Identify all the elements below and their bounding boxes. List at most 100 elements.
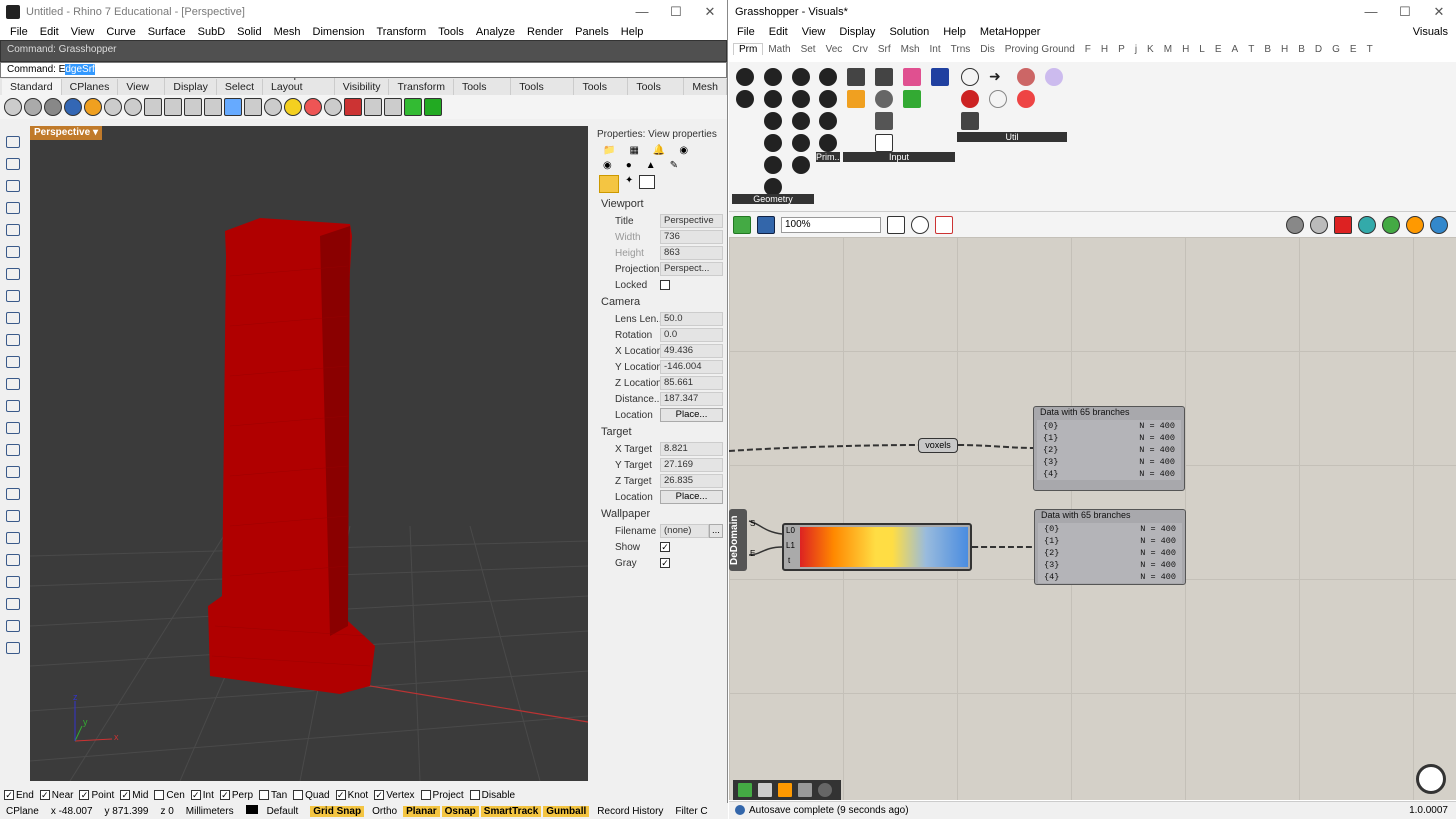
osnap-quad[interactable]: Quad (293, 790, 330, 801)
gh-document-name[interactable]: Visuals (1413, 26, 1448, 38)
grasshopper-icon[interactable] (404, 98, 422, 116)
gradient-input-icon[interactable] (903, 68, 921, 86)
arrow-right-icon[interactable]: ➜ (989, 68, 1007, 86)
text-tool-icon[interactable] (6, 554, 20, 566)
tab-mesh[interactable]: Mesh (684, 79, 727, 95)
cherry-icon[interactable] (961, 90, 979, 108)
document-preview-icon[interactable] (1406, 215, 1424, 234)
gradient-l1-input[interactable]: L1 (786, 541, 795, 550)
mesh-settings-icon[interactable] (1382, 215, 1400, 234)
status-units[interactable]: Millimeters (180, 806, 240, 817)
brush-icon[interactable]: ✎ (670, 160, 678, 171)
close-icon[interactable]: ✕ (693, 0, 727, 23)
moon-icon[interactable] (1045, 68, 1063, 86)
toggle-icon[interactable] (144, 98, 162, 116)
show-checkbox[interactable]: ✓ (660, 542, 670, 552)
bell-icon[interactable]: 🔔 (653, 145, 665, 156)
osnap-cen-checkbox[interactable] (154, 790, 165, 800)
menu-dimension[interactable]: Dimension (307, 26, 371, 38)
button-input-icon[interactable] (875, 90, 893, 108)
prop-filename-value[interactable]: (none) (660, 524, 709, 538)
gh-tab-msh[interactable]: Msh (896, 44, 925, 55)
polygon-tool-icon[interactable] (6, 312, 20, 324)
osnap-perp[interactable]: ✓ Perp (219, 790, 253, 801)
osnap-point[interactable]: ✓ Point (79, 790, 114, 801)
geometry-icon[interactable] (736, 68, 754, 86)
gradient-bar[interactable] (800, 527, 968, 567)
geometry-group-label[interactable]: Geometry (732, 194, 814, 204)
menu-edit[interactable]: Edit (34, 26, 65, 38)
preview-wire-icon[interactable] (1310, 215, 1328, 234)
status-cplane[interactable]: CPlane (0, 806, 45, 817)
dedomain-e-output[interactable]: E (750, 549, 755, 558)
point-param-icon[interactable] (764, 156, 782, 174)
text-param-icon[interactable] (819, 134, 837, 152)
perspective-viewport[interactable]: x y z (30, 126, 588, 781)
osnap-cen[interactable]: Cen (154, 790, 185, 801)
vector-param-icon[interactable] (792, 156, 810, 174)
boolean-tool-icon[interactable] (6, 444, 20, 456)
curve-param-icon[interactable] (736, 90, 754, 108)
osnap-quad-checkbox[interactable] (293, 790, 304, 800)
menu-help[interactable]: Help (615, 26, 650, 38)
menu-render[interactable]: Render (521, 26, 569, 38)
dimension-tool-icon[interactable] (6, 576, 20, 588)
gh-minimize-icon[interactable]: — (1354, 0, 1388, 23)
prop-title-value[interactable]: Perspective (660, 214, 723, 228)
maximize-icon[interactable]: ☐ (659, 0, 693, 23)
profiler-icon[interactable] (757, 782, 773, 798)
gh-menu-solution[interactable]: Solution (889, 26, 929, 38)
status-ortho[interactable]: Ortho (366, 806, 403, 817)
osnap-tan[interactable]: Tan (259, 790, 287, 801)
gh-tab-srf[interactable]: Srf (873, 44, 896, 55)
status-smarttrack[interactable]: SmartTrack (480, 805, 542, 817)
gradient-component[interactable]: L0 L1 t (782, 523, 972, 571)
menu-solid[interactable]: Solid (231, 26, 267, 38)
field-param-icon[interactable] (792, 112, 810, 130)
sphere-preview-icon[interactable] (1430, 215, 1448, 234)
prop-rotation-value[interactable]: 0.0 (660, 328, 723, 342)
cluster-icon[interactable] (797, 782, 813, 798)
gh-script-icon[interactable] (424, 98, 442, 116)
command-input[interactable]: Command: EdgeSrf (0, 62, 727, 78)
status-filter[interactable]: Filter C (669, 806, 713, 817)
arctic-icon[interactable] (164, 98, 182, 116)
flask-icon[interactable] (1017, 90, 1035, 108)
material-sphere-icon[interactable] (84, 98, 102, 116)
viewport-title-tab[interactable]: Perspective ▾ (30, 126, 102, 140)
menu-transform[interactable]: Transform (371, 26, 433, 38)
value-list-icon[interactable] (875, 68, 893, 86)
prop-yt-value[interactable]: 27.169 (660, 458, 723, 472)
swatch-icon[interactable] (931, 68, 949, 86)
preview-selected-icon[interactable] (1358, 215, 1376, 234)
gh-tab-int[interactable]: Int (925, 44, 946, 55)
open-file-icon[interactable] (733, 215, 751, 234)
select-tool-icon[interactable] (6, 136, 20, 148)
render-icon[interactable] (304, 98, 322, 116)
array-tool-icon[interactable] (6, 532, 20, 544)
gh-tab-e[interactable]: E (1210, 44, 1227, 55)
prop-zt-value[interactable]: 26.835 (660, 474, 723, 488)
gh-tab-f[interactable]: F (1080, 44, 1096, 55)
navigator-icon[interactable] (737, 782, 753, 798)
file-path-icon[interactable] (847, 68, 865, 86)
camera-icon[interactable]: ◉ (679, 145, 688, 156)
status-osnap[interactable]: Osnap (441, 805, 479, 817)
mesh-tool-icon[interactable] (6, 400, 20, 412)
gh-menu-view[interactable]: View (802, 26, 826, 38)
gh-menu-help[interactable]: Help (943, 26, 966, 38)
brep-param-icon[interactable] (764, 90, 782, 108)
canvas-compass-icon[interactable] (1416, 764, 1446, 794)
arc-tool-icon[interactable] (6, 268, 20, 280)
gh-tab-d[interactable]: D (1310, 44, 1327, 55)
solid-tool-icon[interactable] (6, 378, 20, 390)
tree-icon[interactable] (961, 112, 979, 130)
dedomain-component[interactable]: DeDomain (729, 509, 747, 571)
gh-close-icon[interactable]: ✕ (1422, 0, 1456, 23)
folder-icon[interactable]: 📁 (603, 145, 615, 156)
gh-tab-g[interactable]: G (1327, 44, 1345, 55)
osnap-perp-checkbox[interactable]: ✓ (219, 790, 230, 800)
magnet-icon[interactable]: ✦ (625, 175, 633, 193)
osnap-knot[interactable]: ✓ Knot (335, 790, 368, 801)
gh-tab-j[interactable]: j (1130, 44, 1142, 55)
